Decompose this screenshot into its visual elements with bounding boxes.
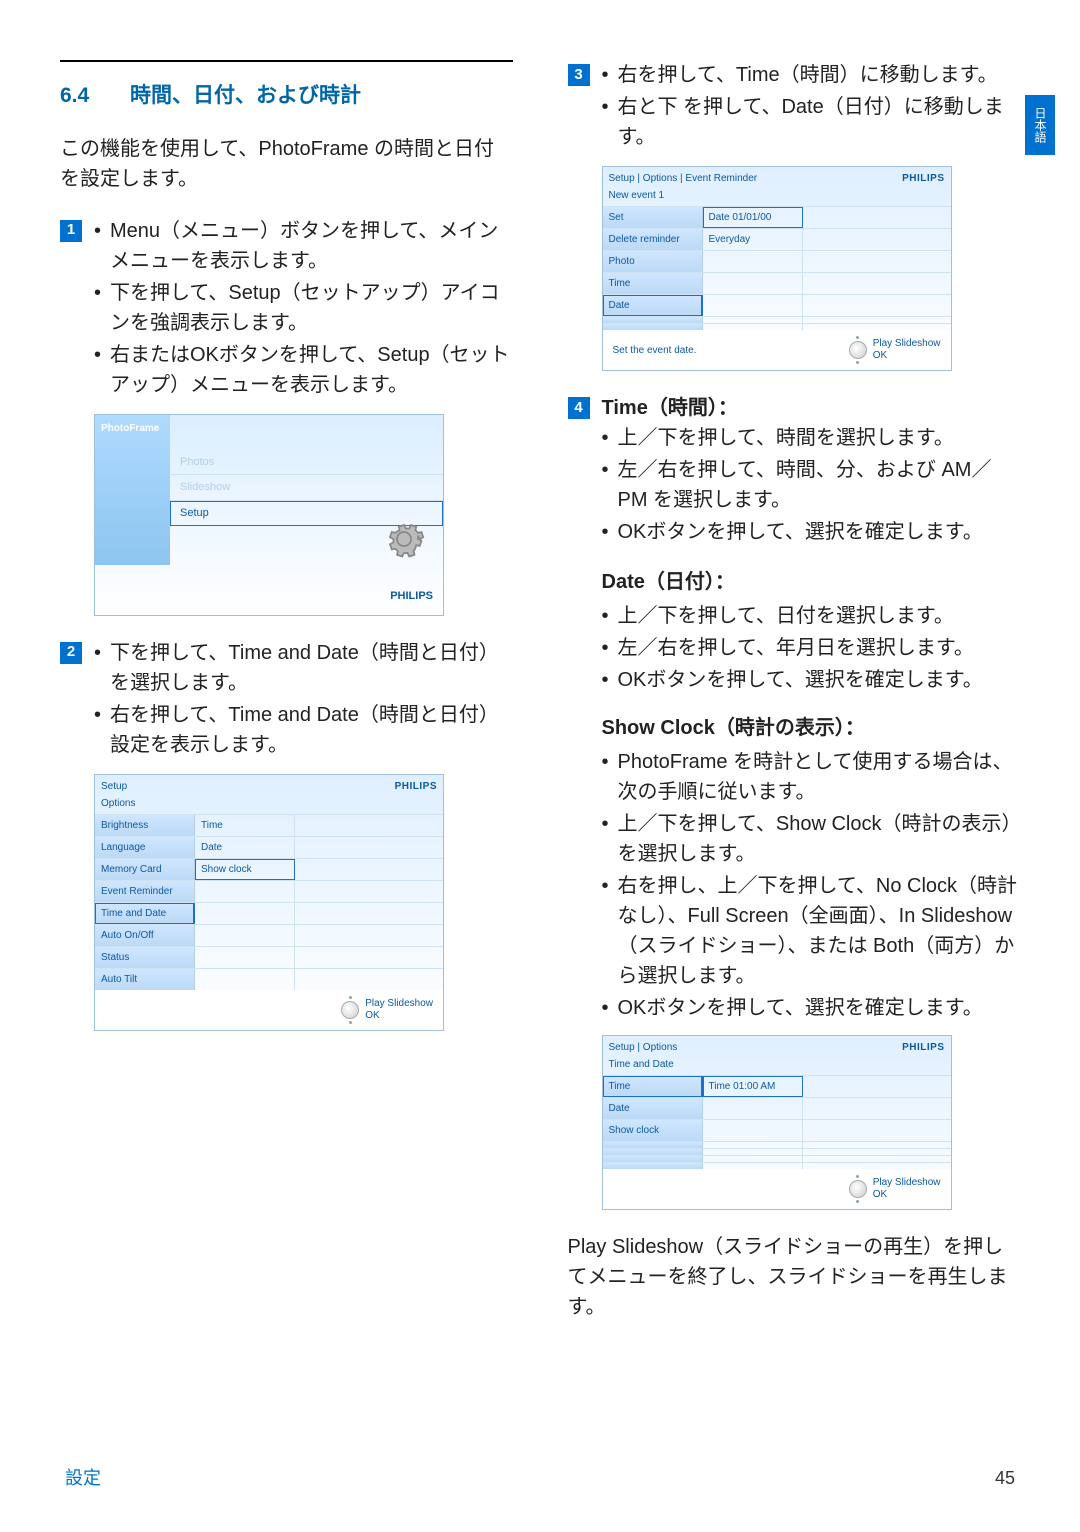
page-footer: 設定 45 — [65, 1465, 1015, 1492]
step-badge-2: 2 — [60, 642, 82, 664]
philips-logo: PHILIPS — [902, 171, 944, 186]
clock-line-3: 右を押し、上／下を押して、No Clock（時計なし）、Full Screen（… — [602, 871, 1021, 991]
crumb: Setup | Options — [603, 1036, 951, 1057]
screenshot-time-and-date: PHILIPS Setup | Options Time and Date Ti… — [602, 1035, 952, 1210]
show-clock-heading: Show Clock（時計の表示）： — [568, 713, 1021, 743]
step3-line-b: 右と下 を押して、Date（日付）に移動します。 — [602, 92, 1021, 152]
step-badge-4: 4 — [568, 397, 590, 419]
crumb-sub: Time and Date — [603, 1057, 951, 1075]
crumb: Setup — [95, 775, 443, 796]
pf-item-photos: Photos — [170, 450, 443, 476]
philips-logo: PHILIPS — [902, 1040, 944, 1055]
crumb: Setup | Options | Event Reminder — [603, 167, 951, 188]
hint: Set the event date. — [613, 343, 697, 358]
pf-item-slideshow: Slideshow — [170, 475, 443, 501]
nav-icon — [849, 1180, 867, 1198]
clock-line-4: OKボタンを押して、選択を確定します。 — [602, 993, 1021, 1023]
section-rule — [60, 60, 513, 62]
step2-line-a: 下を押して、Time and Date（時間と日付）を選択します。 — [94, 638, 513, 698]
time-line-3: OKボタンを押して、選択を確定します。 — [602, 517, 1021, 547]
step3-line-a: 右を押して、Time（時間）に移動します。 — [602, 60, 1021, 90]
philips-logo: PHILIPS — [390, 588, 433, 605]
page-number: 45 — [995, 1465, 1015, 1492]
step-4: 4 Time（時間）： 上／下を押して、時間を選択します。 左／右を押して、時間… — [568, 393, 1021, 549]
step1-line-c: 右またはOKボタンを押して、Setup（セットアップ）メニューを表示します。 — [94, 340, 513, 400]
gear-icon — [383, 518, 425, 560]
clock-line-2: 上／下を押して、Show Clock（時計の表示）を選択します。 — [602, 809, 1021, 869]
language-tab: 日本語 — [1025, 95, 1055, 155]
ok-label: OK — [873, 1189, 941, 1201]
play-slideshow-label: Play Slideshow — [873, 1177, 941, 1189]
time-line-2: 左／右を押して、時間、分、および AM／PM を選択します。 — [602, 455, 1021, 515]
date-line-1: 上／下を押して、日付を選択します。 — [602, 601, 1021, 631]
intro-text: この機能を使用して、PhotoFrame の時間と日付を設定します。 — [60, 134, 513, 194]
section-heading: 時間、日付、および時計 — [130, 84, 361, 107]
date-heading: Date（日付）： — [568, 567, 1021, 597]
screenshot-photoframe: PhotoFrame Photos Slideshow Setup PHILIP… — [94, 414, 444, 616]
step1-line-a: Menu（メニュー）ボタンを押して、メインメニューを表示します。 — [94, 216, 513, 276]
philips-logo: PHILIPS — [395, 779, 437, 794]
play-slideshow-label: Play Slideshow — [365, 998, 433, 1010]
step-badge-3: 3 — [568, 64, 590, 86]
time-heading: Time（時間）： — [602, 393, 1021, 423]
screenshot-setup-options: PHILIPS Setup Options BrightnessTime Lan… — [94, 774, 444, 1031]
right-column: 3 右を押して、Time（時間）に移動します。 右と下 を押して、Date（日付… — [568, 60, 1021, 1322]
ok-label: OK — [365, 1010, 433, 1022]
ok-label: OK — [873, 350, 941, 362]
crumb-sub: Options — [95, 796, 443, 814]
time-line-1: 上／下を押して、時間を選択します。 — [602, 423, 1021, 453]
step-3: 3 右を押して、Time（時間）に移動します。 右と下 を押して、Date（日付… — [568, 60, 1021, 154]
pf-side-label: PhotoFrame — [95, 415, 170, 565]
step1-line-b: 下を押して、Setup（セットアップ）アイコンを強調表示します。 — [94, 278, 513, 338]
step2-line-b: 右を押して、Time and Date（時間と日付）設定を表示します。 — [94, 700, 513, 760]
footer-left: 設定 — [65, 1465, 101, 1492]
date-line-3: OKボタンを押して、選択を確定します。 — [602, 665, 1021, 695]
section-title: 6.4時間、日付、および時計 — [60, 80, 513, 112]
left-column: 6.4時間、日付、および時計 この機能を使用して、PhotoFrame の時間と… — [60, 60, 513, 1322]
step-2: 2 下を押して、Time and Date（時間と日付）を選択します。 右を押し… — [60, 638, 513, 762]
screenshot-event-reminder: PHILIPS Setup | Options | Event Reminder… — [602, 166, 952, 371]
step-1: 1 Menu（メニュー）ボタンを押して、メインメニューを表示します。 下を押して… — [60, 216, 513, 402]
step-badge-1: 1 — [60, 220, 82, 242]
section-number: 6.4 — [60, 80, 130, 112]
nav-icon — [849, 341, 867, 359]
closing-text: Play Slideshow（スライドショーの再生）を押してメニューを終了し、ス… — [568, 1232, 1021, 1322]
clock-line-1: PhotoFrame を時計として使用する場合は、次の手順に従います。 — [602, 747, 1021, 807]
date-line-2: 左／右を押して、年月日を選択します。 — [602, 633, 1021, 663]
crumb-sub: New event 1 — [603, 188, 951, 206]
nav-icon — [341, 1001, 359, 1019]
play-slideshow-label: Play Slideshow — [873, 338, 941, 350]
